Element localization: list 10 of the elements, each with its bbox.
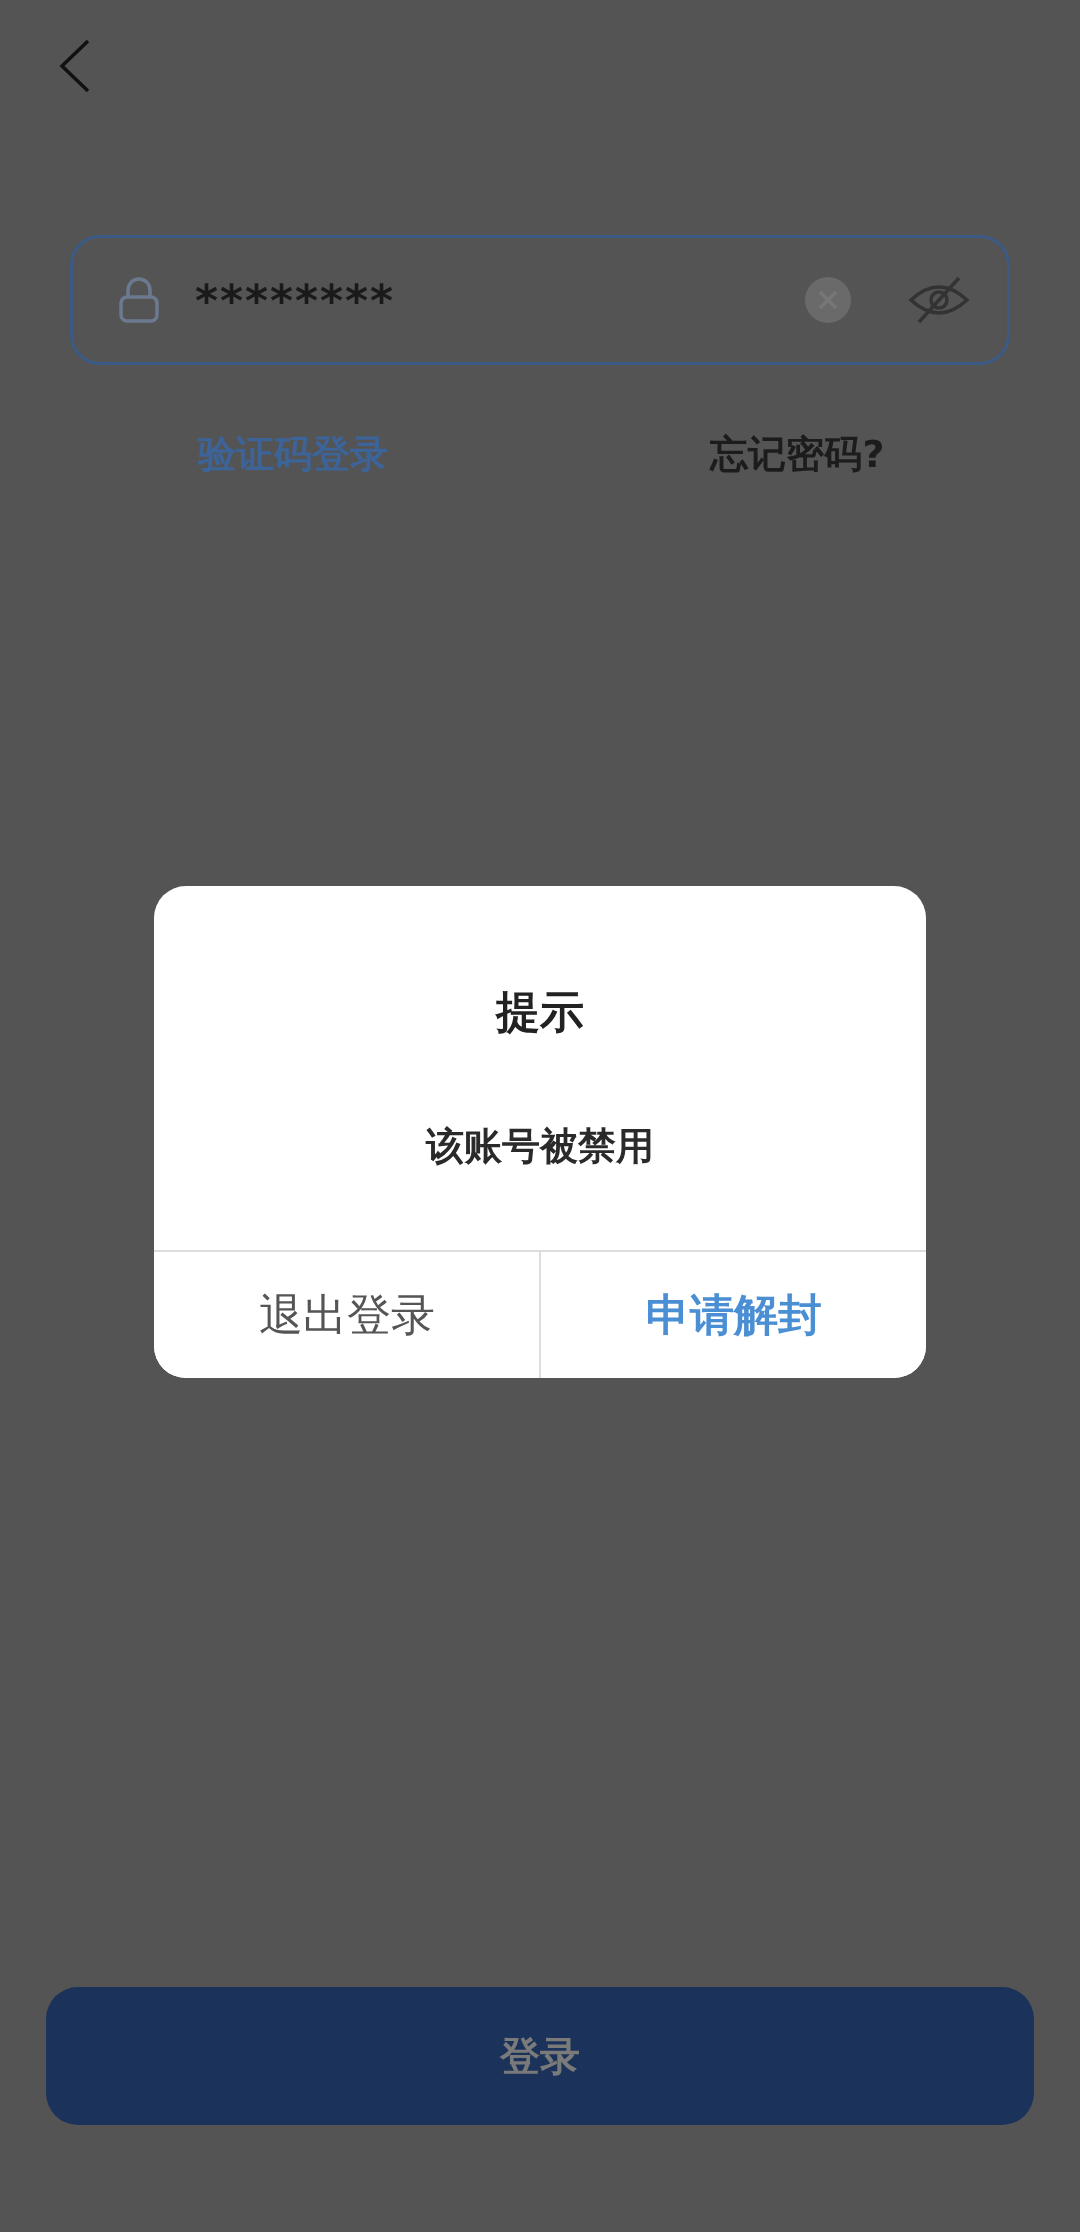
lock-icon [119, 277, 159, 323]
dialog-message: 该账号被禁用 [424, 1123, 655, 1170]
back-icon[interactable] [58, 38, 92, 94]
password-field[interactable]: ******** [70, 235, 1010, 365]
appeal-button[interactable]: 申请解封 [539, 1252, 926, 1378]
dialog-title: 提示 [494, 985, 585, 1039]
forgot-password-link[interactable]: 忘记密码? [545, 429, 1050, 480]
clear-icon[interactable] [805, 277, 851, 323]
login-button[interactable]: 登录 [46, 1987, 1034, 2125]
password-text: ******** [195, 274, 396, 326]
